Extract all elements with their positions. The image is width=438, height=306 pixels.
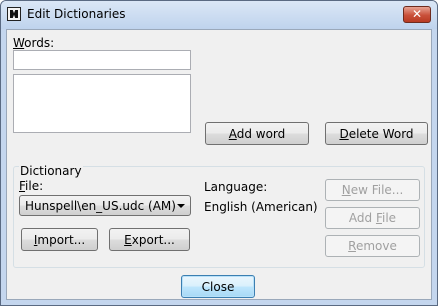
close-button[interactable]: Close xyxy=(181,275,255,298)
remove-button[interactable]: Remove xyxy=(325,235,420,257)
dictionary-group-label: Dictionary xyxy=(19,164,83,178)
new-file-button[interactable]: New File... xyxy=(325,179,420,201)
language-value: English (American) xyxy=(204,200,318,214)
close-icon[interactable]: ✕ xyxy=(403,6,431,23)
window-title: Edit Dictionaries xyxy=(27,7,126,21)
edit-dictionaries-window: Edit Dictionaries ✕ Words: Add word Dele… xyxy=(0,0,438,306)
words-list[interactable] xyxy=(13,74,191,133)
import-button[interactable]: Import... xyxy=(21,228,98,251)
export-button[interactable]: Export... xyxy=(109,228,190,251)
add-file-button[interactable]: Add File xyxy=(325,207,420,229)
dictionary-app-icon xyxy=(7,7,21,21)
word-input[interactable] xyxy=(13,50,191,70)
language-label: Language: xyxy=(204,180,268,194)
dialog-body: Words: Add word Delete Word Dictionary F… xyxy=(6,29,432,300)
dictionary-file-select[interactable]: Hunspell\en_US.udc (AM) xyxy=(19,195,191,216)
words-label: Words: xyxy=(13,36,55,50)
title-bar[interactable]: Edit Dictionaries ✕ xyxy=(1,1,437,29)
delete-word-button[interactable]: Delete Word xyxy=(325,122,428,145)
dictionary-file-value: Hunspell\en_US.udc (AM) xyxy=(25,199,176,213)
add-word-button[interactable]: Add word xyxy=(205,122,309,145)
file-label: File: xyxy=(19,179,44,193)
chevron-down-icon xyxy=(177,204,185,208)
